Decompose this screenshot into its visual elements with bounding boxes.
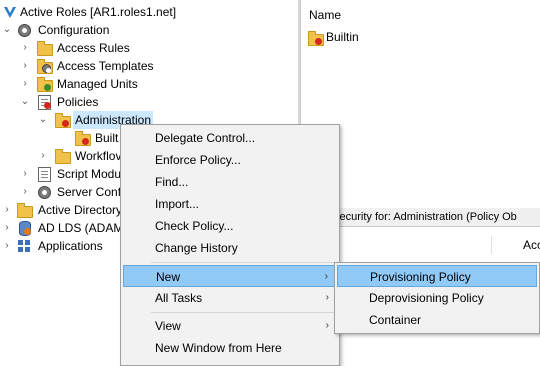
menu-item-label: Enforce Policy... [155, 153, 241, 167]
script-icon [36, 166, 52, 182]
tree-label-policies: Policies [57, 95, 99, 109]
tree-item-builtin[interactable]: Built [0, 129, 120, 147]
menu-item-new[interactable]: New › [123, 265, 337, 287]
tree-label-root: Active Roles [AR1.roles1.net] [20, 5, 177, 19]
menu-item-enforce-policy[interactable]: Enforce Policy... [123, 149, 337, 171]
menu-item-provisioning-policy[interactable]: Provisioning Policy [337, 265, 537, 287]
chevron-right-icon[interactable]: › [2, 237, 12, 255]
menu-item-label: View [155, 319, 181, 333]
menu-item-label: Import... [155, 197, 200, 211]
tree-item-root[interactable]: Active Roles [AR1.roles1.net] [0, 3, 298, 21]
menu-separator [151, 312, 337, 313]
tree-item-policies[interactable]: ⌄ Policies [0, 93, 298, 111]
tree-item-server-configuration[interactable]: › Server Confi [0, 183, 124, 201]
chevron-right-icon: › [325, 320, 329, 331]
gear-icon [16, 22, 32, 38]
server-config-icon [36, 184, 52, 200]
list-item-builtin[interactable]: Builtin [307, 29, 427, 47]
tree-label-script-modules: Script Modu [57, 167, 122, 181]
chevron-down-icon[interactable]: ⌄ [38, 111, 48, 129]
menu-item-label: New Window from Here [155, 341, 282, 355]
menu-item-label: Delegate Control... [155, 131, 256, 145]
context-menu: Delegate Control... Enforce Policy... Fi… [120, 124, 340, 366]
new-submenu: Provisioning Policy Deprovisioning Polic… [334, 262, 540, 334]
tree-item-script-modules[interactable]: › Script Modu [0, 165, 122, 183]
menu-item-label: Find... [155, 175, 189, 189]
chevron-right-icon[interactable]: › [20, 165, 30, 183]
chevron-right-icon[interactable]: › [20, 57, 30, 75]
tree-item-ad-lds[interactable]: › AD LDS (ADAM [0, 219, 124, 237]
menu-item-label: Container [369, 313, 422, 327]
chevron-right-icon[interactable]: › [38, 147, 48, 165]
ad-lds-icon [16, 220, 32, 236]
tree-label-configuration: Configuration [38, 23, 110, 37]
tree-item-access-templates[interactable]: › Access Templates [0, 57, 298, 75]
menu-item-all-tasks[interactable]: All Tasks › [123, 287, 337, 309]
chevron-right-icon[interactable]: › [20, 183, 30, 201]
applications-icon [16, 238, 32, 254]
folder-icon [54, 148, 71, 164]
tree-item-workflow[interactable]: › Workflov [0, 147, 122, 165]
tree-item-managed-units[interactable]: › Managed Units [0, 75, 298, 93]
active-directory-icon [16, 202, 33, 218]
chevron-right-icon[interactable]: › [20, 39, 30, 57]
tree-item-applications[interactable]: › Applications [0, 237, 120, 255]
tree-item-configuration[interactable]: ⌄ Configuration [0, 21, 298, 39]
tree-item-active-directory[interactable]: › Active Directory [0, 201, 123, 219]
list-item-label: Builtin [326, 30, 359, 44]
menu-item-label: New [156, 270, 181, 284]
tree-label-server-configuration: Server Confi [57, 185, 124, 199]
menu-item-label: Provisioning Policy [370, 270, 471, 284]
chevron-right-icon[interactable]: › [2, 201, 12, 219]
menu-item-label: Check Policy... [155, 219, 234, 233]
menu-separator [151, 262, 337, 263]
menu-item-check-policy[interactable]: Check Policy... [123, 215, 337, 237]
menu-item-find[interactable]: Find... [123, 171, 337, 193]
chevron-down-icon[interactable]: ⌄ [2, 21, 12, 39]
tree-label-workflow: Workflov [75, 149, 122, 163]
managed-unit-icon [36, 76, 53, 92]
chevron-down-icon[interactable]: ⌄ [20, 93, 30, 111]
tree-label-access-templates: Access Templates [57, 59, 154, 73]
menu-item-change-history[interactable]: Change History [123, 237, 337, 259]
menu-item-label: Change History [155, 241, 238, 255]
chevron-right-icon: › [324, 271, 328, 282]
column-header-access[interactable]: Acc [523, 236, 540, 254]
policy-icon [36, 94, 52, 110]
chevron-right-icon[interactable]: › [2, 219, 12, 237]
chevron-right-icon[interactable]: › [20, 75, 30, 93]
menu-item-new-window[interactable]: New Window from Here [123, 337, 337, 359]
menu-item-deprovisioning-policy[interactable]: Deprovisioning Policy [337, 287, 537, 309]
menu-item-import[interactable]: Import... [123, 193, 337, 215]
column-header-name[interactable]: Name [309, 8, 341, 22]
menu-item-container[interactable]: Container [337, 309, 537, 331]
tree-label-access-rules: Access Rules [57, 41, 130, 55]
policy-folder-icon [307, 30, 324, 46]
tree-item-access-rules[interactable]: › Access Rules [0, 39, 298, 57]
tree-label-ad-lds: AD LDS (ADAM [38, 221, 124, 235]
chevron-right-icon: › [325, 292, 329, 303]
menu-item-delegate-control[interactable]: Delegate Control... [123, 127, 337, 149]
menu-item-view[interactable]: View › [123, 315, 337, 337]
menu-item-label: All Tasks [155, 291, 203, 305]
policy-folder-icon [54, 112, 71, 128]
tree-label-active-directory: Active Directory [38, 203, 123, 217]
tree-label-applications: Applications [38, 239, 103, 253]
access-template-icon [36, 58, 53, 74]
policy-folder-icon [74, 130, 91, 146]
menu-item-label: Deprovisioning Policy [369, 291, 484, 305]
folder-icon [36, 40, 53, 56]
tree-label-builtin: Built [95, 131, 119, 145]
tree-label-managed-units: Managed Units [57, 77, 138, 91]
active-roles-icon [2, 4, 18, 20]
